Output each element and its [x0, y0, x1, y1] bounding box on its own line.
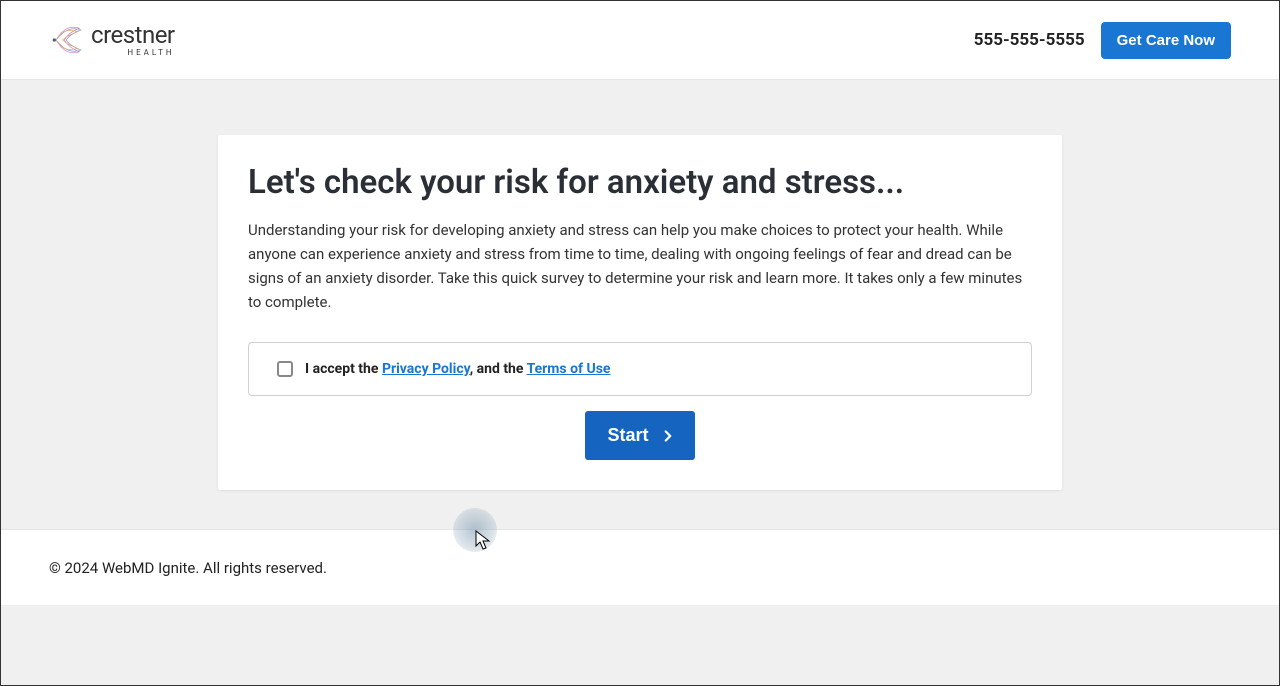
privacy-policy-link[interactable]: Privacy Policy — [382, 361, 470, 377]
survey-card: Let's check your risk for anxiety and st… — [218, 135, 1062, 490]
logo-subtitle: HEALTH — [91, 49, 175, 57]
logo-icon — [49, 20, 83, 60]
chevron-right-icon — [659, 427, 677, 445]
header: crestner HEALTH 555-555-5555 Get Care No… — [1, 1, 1279, 80]
card-description: Understanding your risk for developing a… — [248, 218, 1032, 314]
footer-copyright: © 2024 WebMD Ignite. All rights reserved… — [49, 559, 327, 577]
footer: © 2024 WebMD Ignite. All rights reserved… — [1, 529, 1279, 605]
consent-mid: , and the — [470, 361, 527, 377]
logo-name: crestner — [91, 23, 175, 47]
terms-of-use-link[interactable]: Terms of Use — [527, 361, 611, 377]
main-area: Let's check your risk for anxiety and st… — [1, 80, 1279, 529]
start-button-wrap: Start — [248, 411, 1032, 460]
start-button-label: Start — [607, 425, 648, 446]
consent-box: I accept the Privacy Policy, and the Ter… — [248, 342, 1032, 396]
consent-prefix: I accept the — [305, 361, 382, 377]
logo[interactable]: crestner HEALTH — [49, 20, 175, 60]
header-right: 555-555-5555 Get Care Now — [974, 22, 1231, 59]
logo-text: crestner HEALTH — [91, 23, 175, 57]
consent-checkbox[interactable] — [277, 361, 293, 377]
get-care-button[interactable]: Get Care Now — [1101, 22, 1231, 59]
card-title: Let's check your risk for anxiety and st… — [248, 163, 1032, 202]
phone-number[interactable]: 555-555-5555 — [974, 30, 1085, 50]
start-button[interactable]: Start — [585, 411, 694, 460]
consent-text: I accept the Privacy Policy, and the Ter… — [305, 361, 610, 377]
